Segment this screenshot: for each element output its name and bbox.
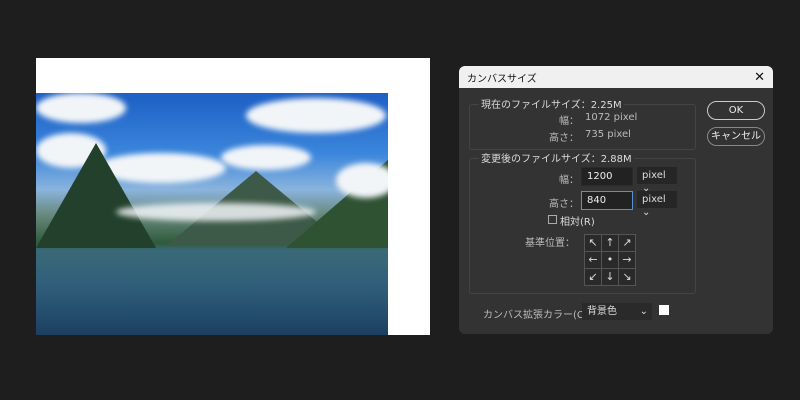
arrow-w-icon[interactable]: ← bbox=[585, 252, 601, 268]
chevron-down-icon: ⌄ bbox=[642, 207, 651, 218]
current-size-label: 現在のファイルサイズ：2.25M bbox=[479, 96, 624, 111]
cancel-button[interactable]: キャンセル bbox=[707, 127, 765, 146]
relative-label: 相対(R) bbox=[560, 217, 595, 228]
arrow-s-icon[interactable]: ↓ bbox=[602, 269, 618, 285]
dialog-title: カンバスサイズ bbox=[467, 73, 537, 85]
new-width-label: 幅： bbox=[559, 175, 579, 186]
landscape-photo bbox=[36, 93, 388, 335]
anchor-center-icon[interactable]: • bbox=[602, 252, 618, 268]
ok-button[interactable]: OK bbox=[707, 101, 765, 120]
dialog-title-bar: カンバスサイズ ✕ bbox=[459, 66, 773, 88]
arrow-sw-icon[interactable]: ↙ bbox=[585, 269, 601, 285]
current-height-label: 高さ： bbox=[549, 133, 579, 144]
relative-checkbox[interactable] bbox=[548, 215, 557, 224]
height-input[interactable]: 840 bbox=[581, 191, 633, 210]
arrow-n-icon[interactable]: ↑ bbox=[602, 235, 618, 251]
arrow-nw-icon[interactable]: ↖ bbox=[585, 235, 601, 251]
extension-color-label: カンバス拡張カラー(C)： bbox=[483, 310, 598, 321]
new-size-label: 変更後のファイルサイズ：2.88M bbox=[479, 150, 634, 165]
close-icon[interactable]: ✕ bbox=[754, 70, 765, 85]
arrow-se-icon[interactable]: ↘ bbox=[619, 269, 635, 285]
width-input[interactable]: 1200 bbox=[581, 167, 633, 186]
chevron-down-icon: ⌄ bbox=[639, 306, 648, 317]
current-width-value: 1072 pixel bbox=[585, 112, 638, 123]
color-swatch[interactable] bbox=[659, 305, 669, 315]
width-unit-select[interactable]: pixel ⌄ bbox=[637, 167, 677, 194]
arrow-ne-icon[interactable]: ↗ bbox=[619, 235, 635, 251]
height-unit-select[interactable]: pixel ⌄ bbox=[637, 191, 677, 218]
anchor-label: 基準位置： bbox=[525, 238, 575, 249]
extension-color-select[interactable]: 背景色 ⌄ bbox=[582, 303, 652, 320]
anchor-grid[interactable]: ↖ ↑ ↗ ← • → ↙ ↓ ↘ bbox=[584, 234, 636, 286]
new-height-label: 高さ： bbox=[549, 199, 579, 210]
canvas-size-dialog: カンバスサイズ ✕ 現在のファイルサイズ：2.25M 幅： 1072 pixel… bbox=[459, 66, 773, 334]
arrow-e-icon[interactable]: → bbox=[619, 252, 635, 268]
current-height-value: 735 pixel bbox=[585, 129, 631, 140]
current-width-label: 幅： bbox=[559, 116, 579, 127]
